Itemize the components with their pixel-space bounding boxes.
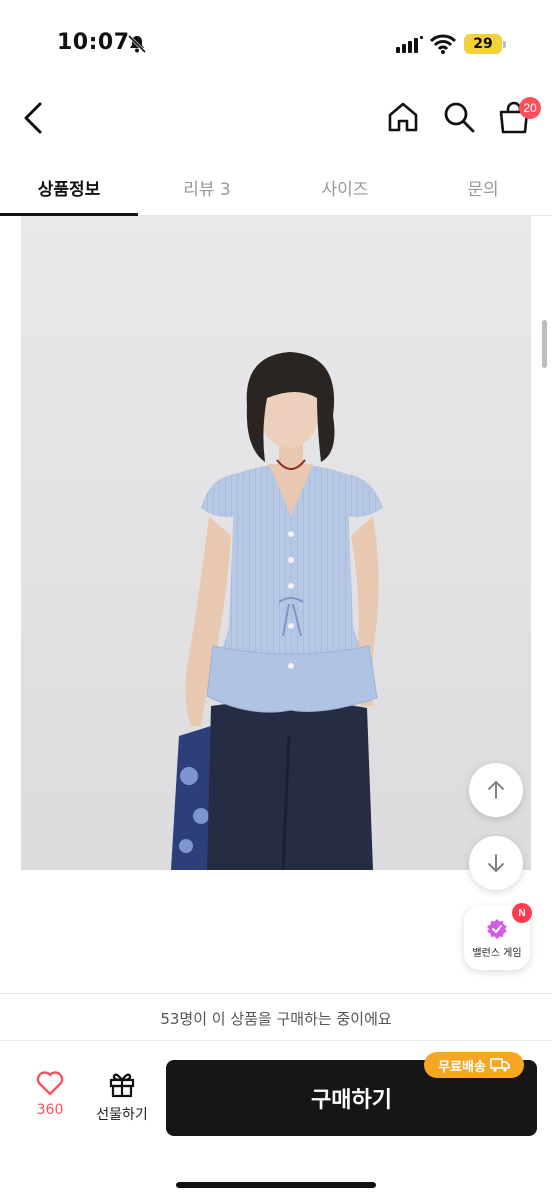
- truck-icon: [490, 1058, 510, 1072]
- scroll-down-button[interactable]: [469, 836, 523, 890]
- page-scrollbar[interactable]: [542, 320, 547, 368]
- free-shipping-label: 무료배송: [438, 1059, 486, 1075]
- home-indicator: [176, 1182, 376, 1188]
- balance-game-label: 밸런스 게임: [472, 947, 522, 959]
- scroll-up-button[interactable]: [469, 763, 523, 817]
- gift-label: 선물하기: [96, 1107, 148, 1123]
- model-illustration: [21, 216, 531, 870]
- cart-count-badge: 20: [519, 97, 541, 119]
- check-badge-icon: [487, 918, 507, 939]
- heart-icon: [36, 1071, 64, 1096]
- tab-inquiry[interactable]: 문의: [414, 160, 552, 215]
- gift-button[interactable]: 선물하기: [86, 1070, 158, 1130]
- back-arrow-icon[interactable]: [18, 100, 50, 136]
- tab-reviews[interactable]: 리뷰 3: [138, 160, 276, 215]
- search-icon[interactable]: [442, 100, 476, 134]
- product-tabs: 상품정보 리뷰 3 사이즈 문의: [0, 160, 552, 216]
- battery-indicator: 29: [464, 34, 506, 54]
- like-count: 360: [36, 1102, 64, 1118]
- free-shipping-badge: 무료배송: [424, 1052, 524, 1078]
- bell-slash-icon: [127, 34, 147, 54]
- battery-level: 29: [473, 36, 493, 52]
- status-time: 10:07: [57, 30, 130, 55]
- wifi-icon: [430, 34, 456, 54]
- tab-product-info[interactable]: 상품정보: [0, 160, 138, 216]
- signal-icon: [396, 36, 423, 53]
- bottom-divider: [0, 993, 552, 994]
- tab-size[interactable]: 사이즈: [276, 160, 414, 215]
- arrow-down-icon: [488, 854, 504, 872]
- gift-icon: [109, 1073, 135, 1098]
- home-icon[interactable]: [386, 100, 420, 134]
- arrow-up-icon: [488, 781, 504, 799]
- new-badge: N: [512, 903, 532, 923]
- buyers-notice: 53명이 이 상품을 구매하는 중이에요: [0, 997, 552, 1041]
- product-image: [21, 216, 531, 870]
- like-button[interactable]: 360: [20, 1070, 80, 1130]
- status-bar: 10:07 29: [0, 0, 552, 90]
